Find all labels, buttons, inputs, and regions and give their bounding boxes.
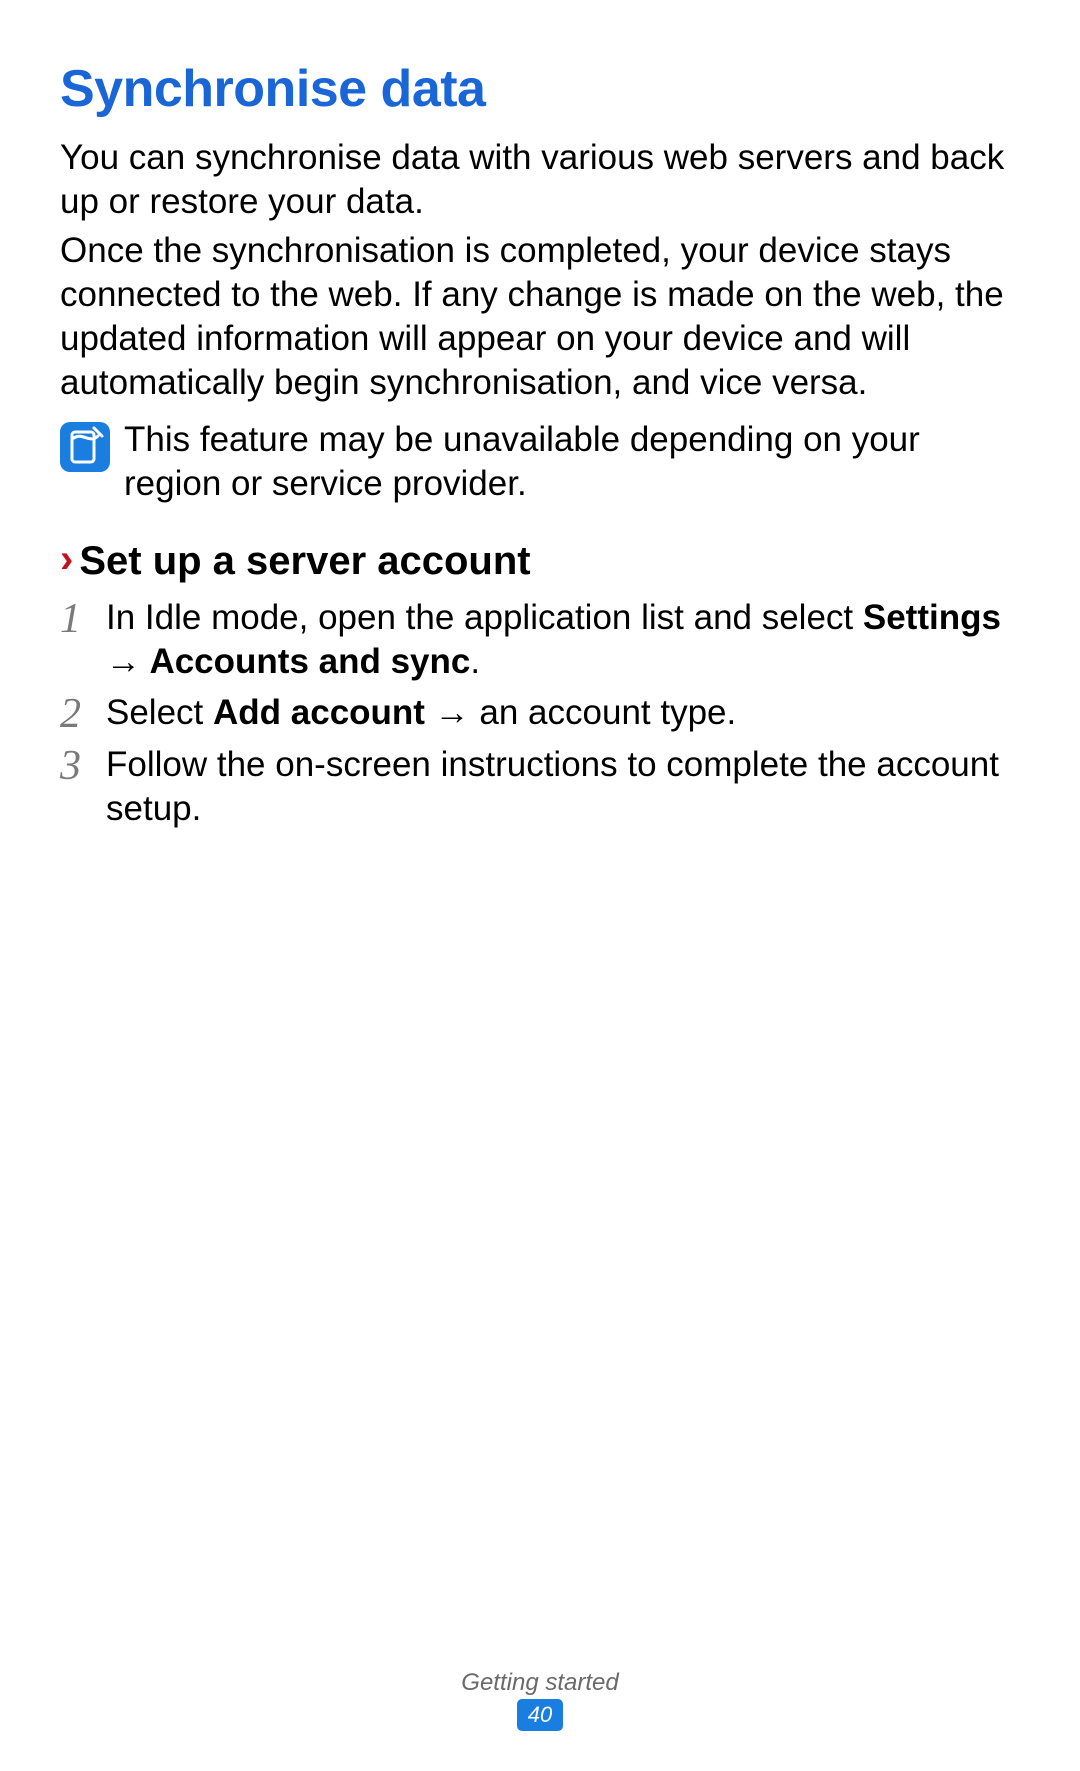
note-text: This feature may be unavailable dependin… [124, 418, 1020, 506]
section-heading: Set up a server account [79, 536, 530, 586]
note-block: This feature may be unavailable dependin… [60, 418, 1020, 506]
step-text-bold: Accounts and sync [149, 642, 470, 681]
step-3: 3 Follow the on-screen instructions to c… [60, 743, 1020, 831]
step-text: Select Add account → an account type. [106, 691, 1020, 735]
step-text-fragment: Select [106, 693, 213, 732]
step-text-fragment: In Idle mode, open the application list … [106, 598, 863, 637]
step-number: 2 [60, 693, 90, 735]
step-1: 1 In Idle mode, open the application lis… [60, 596, 1020, 684]
section-heading-row: › Set up a server account [60, 536, 1020, 586]
page: Synchronise data You can synchronise dat… [0, 0, 1080, 1771]
step-2: 2 Select Add account → an account type. [60, 691, 1020, 735]
step-text: In Idle mode, open the application list … [106, 596, 1020, 684]
chevron-right-icon: › [60, 539, 73, 579]
intro-paragraph-2: Once the synchronisation is completed, y… [60, 229, 1020, 404]
step-text: Follow the on-screen instructions to com… [106, 743, 1020, 831]
step-number: 1 [60, 598, 90, 640]
page-number-badge: 40 [517, 1699, 563, 1731]
step-text-bold: → [106, 642, 149, 681]
intro-paragraph-1: You can synchronise data with various we… [60, 136, 1020, 224]
note-icon [60, 422, 110, 472]
page-title: Synchronise data [60, 60, 1020, 120]
step-text-bold: Settings [863, 598, 1001, 637]
step-text-bold: Add account [213, 693, 425, 732]
page-footer: Getting started 40 [0, 1669, 1080, 1731]
footer-section-label: Getting started [0, 1669, 1080, 1697]
step-text-fragment: → an account type. [425, 693, 736, 732]
step-text-fragment: Follow the on-screen instructions to com… [106, 745, 999, 828]
step-text-fragment: . [470, 642, 480, 681]
step-number: 3 [60, 745, 90, 787]
body-content: You can synchronise data with various we… [60, 136, 1020, 831]
